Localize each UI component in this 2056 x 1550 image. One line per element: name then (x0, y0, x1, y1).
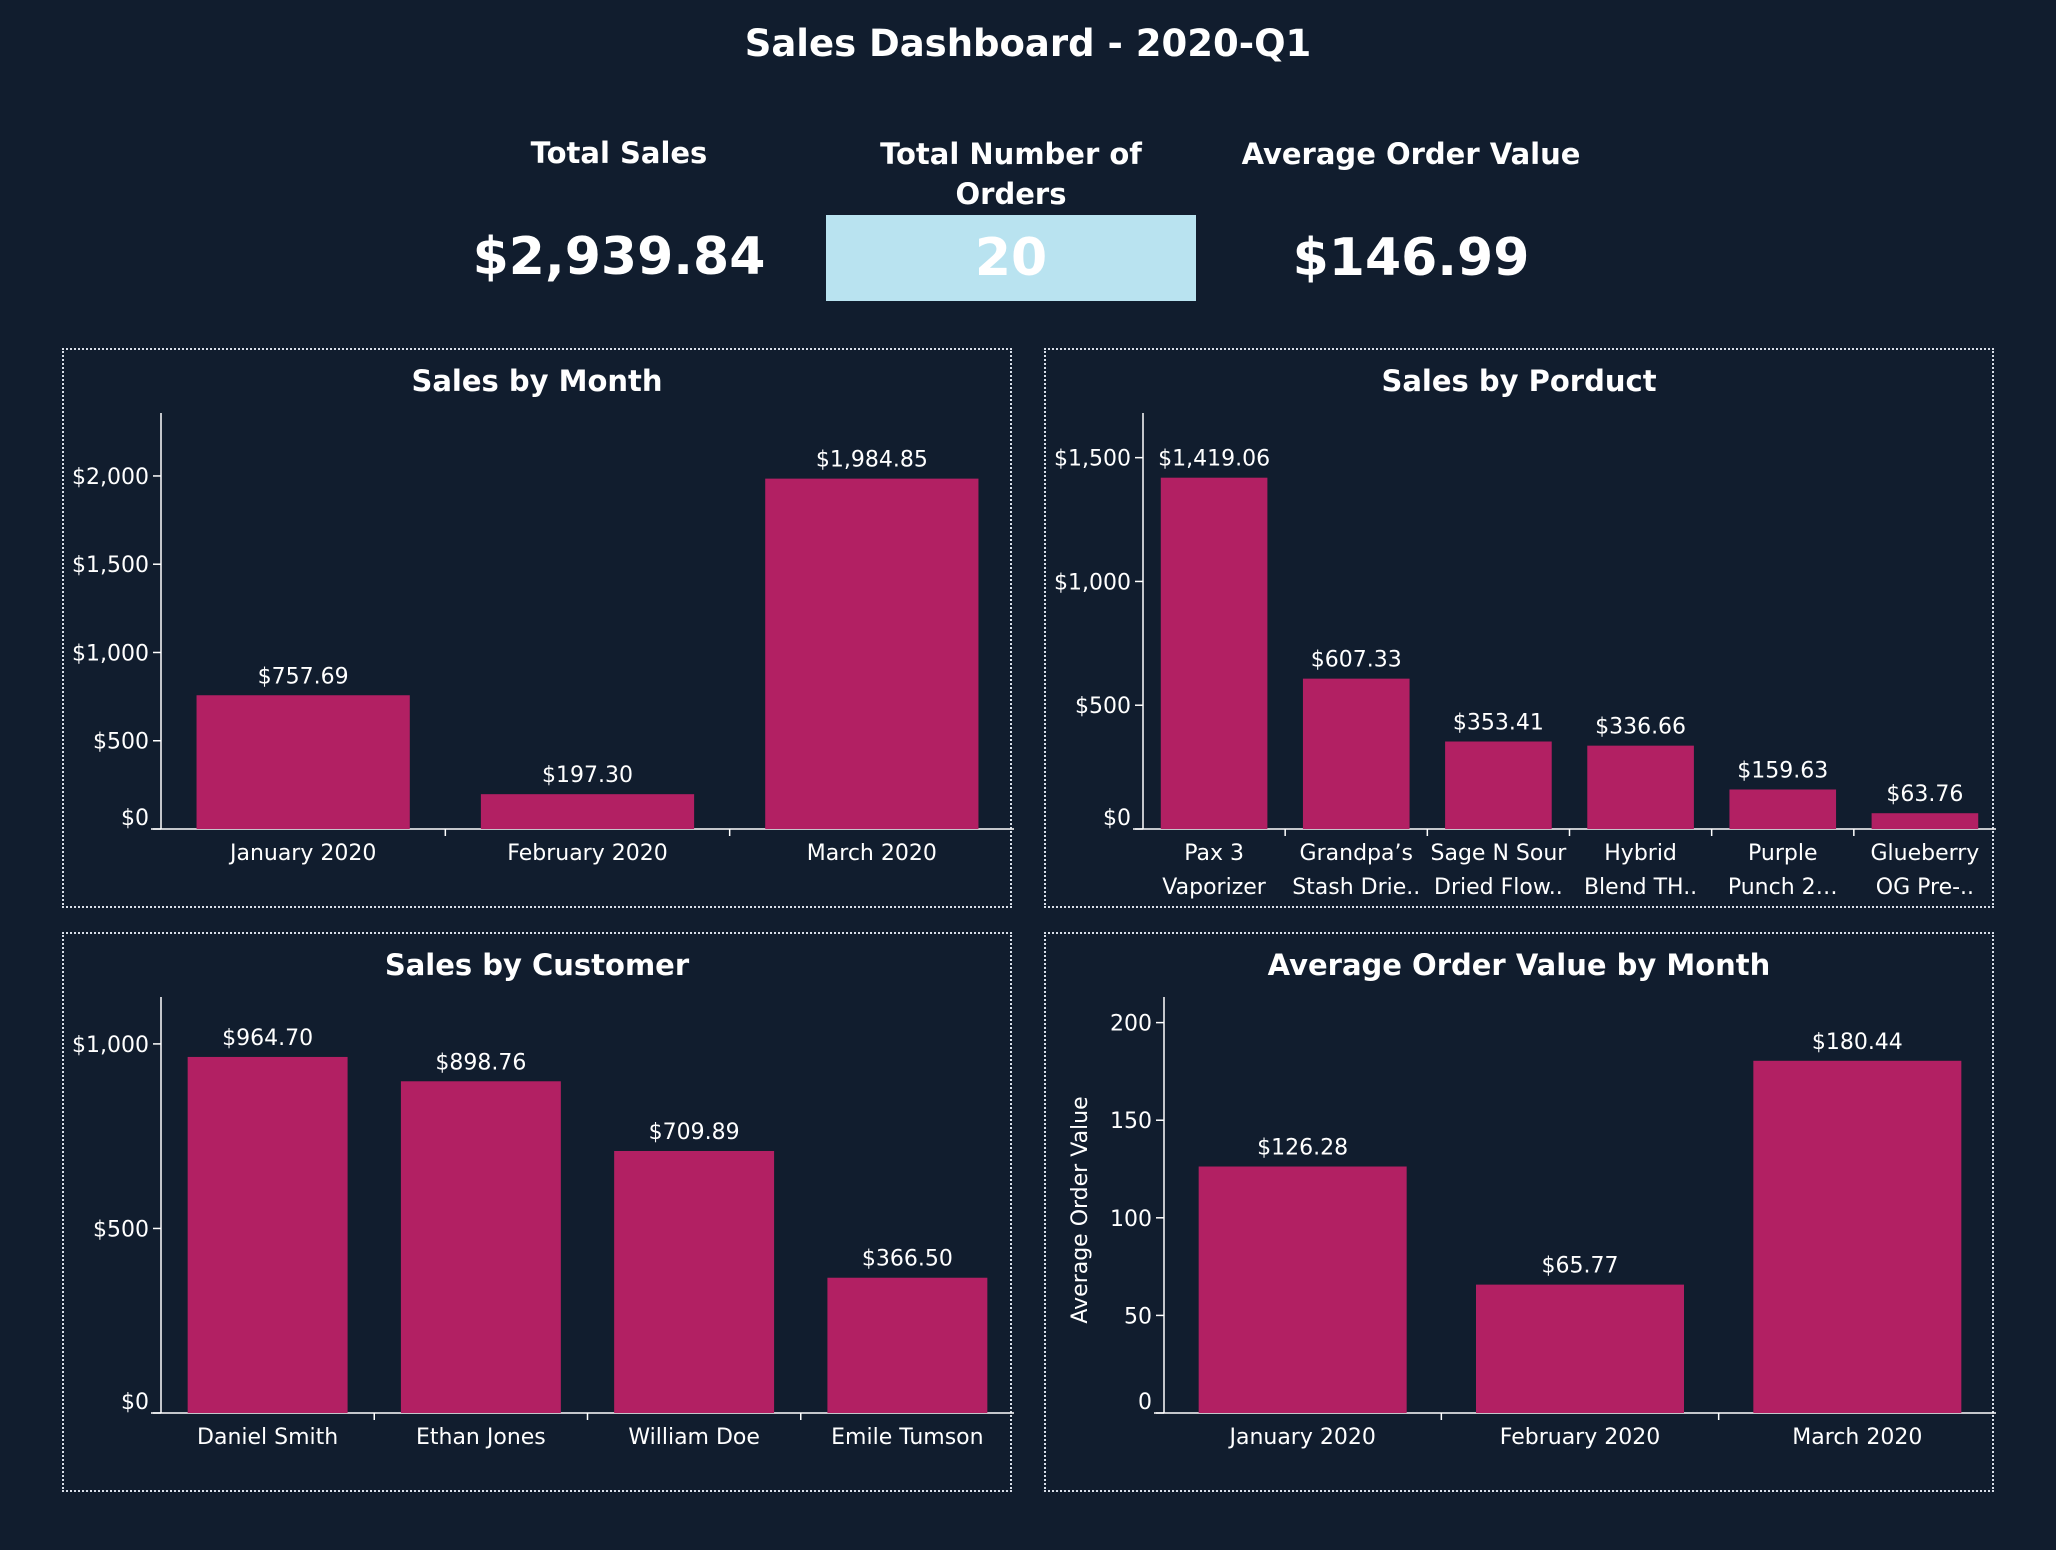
y-tick-label: $1,500 (1054, 447, 1131, 472)
sales-by-customer-chart: $0 $500 $1,000 $964.70 Daniel Smith $898.76 Et… (72, 997, 1014, 1450)
bar (827, 1277, 988, 1413)
data-label: $126.28 (1257, 1136, 1348, 1161)
x-tick-label: William Doe (628, 1425, 760, 1450)
x-tick-label: Purple (1748, 841, 1817, 866)
sales-by-product-chart: $0 $500 $1,000 $1,500 $1,419.06 Pax 3 Vaporize… (1054, 413, 1996, 900)
x-tick-label: Grandpa’s (1300, 841, 1413, 866)
kpi-total-orders-label: Total Number of Orders (880, 137, 1142, 211)
bar (1753, 1060, 1962, 1413)
x-tick-label: January 2020 (1227, 1425, 1375, 1450)
bar (1871, 813, 1979, 829)
x-tick-label: Vaporizer (1162, 875, 1266, 900)
panel-sales-by-customer: Sales by Customer $0 $500 $1,000 $964.70 Dan… (62, 932, 1014, 1492)
x-tick-label: Dried Flow.. (1434, 875, 1563, 900)
panel-sales-by-product: Sales by Porduct $0 $500 $1,000 $1,500 $1,41… (1044, 348, 1996, 908)
y-tick-label: 150 (1110, 1109, 1152, 1134)
x-tick-label: Emile Tumson (831, 1425, 983, 1450)
bar (1302, 678, 1410, 829)
y-tick-label: $0 (121, 806, 149, 831)
x-tick-label: OG Pre-.. (1876, 875, 1974, 900)
kpi-average-order-value[interactable]: Average Order Value $146.99 (1226, 134, 1596, 301)
bar (765, 478, 979, 829)
average-order-value-chart: 0 50 100 150 200 Average Order Value $126.28 Ja… (1068, 997, 1996, 1450)
bar (1445, 741, 1552, 829)
data-label: $898.76 (435, 1050, 526, 1075)
data-label: $353.41 (1453, 711, 1544, 736)
x-tick-label: Stash Drie.. (1292, 875, 1420, 900)
x-tick-label: March 2020 (807, 841, 937, 866)
data-label: $63.76 (1886, 782, 1963, 807)
bar (1587, 745, 1694, 829)
x-tick-label: March 2020 (1792, 1425, 1922, 1450)
data-label: $197.30 (542, 763, 633, 788)
y-axis-title: Average Order Value (1068, 1096, 1093, 1323)
x-tick-label: Sage N Sour (1431, 841, 1568, 866)
kpi-average-order-value-value: $146.99 (1292, 228, 1530, 288)
x-tick-label: February 2020 (507, 841, 667, 866)
bar (1160, 477, 1268, 829)
dashboard-title: Sales Dashboard - 2020-Q1 (744, 22, 1312, 65)
y-tick-label: $1,500 (72, 553, 149, 578)
kpi-total-sales[interactable]: Total Sales $2,939.84 (434, 133, 804, 300)
y-tick-label: $1,000 (1054, 570, 1131, 595)
bar (1198, 1166, 1407, 1413)
sales-by-month-chart: $0 $500 $1,000 $1,500 $2,000 $757.69 January 2… (72, 413, 1014, 866)
kpi-average-order-value-label: Average Order Value (1241, 137, 1581, 171)
data-label: $964.70 (222, 1026, 313, 1051)
data-label: $1,984.85 (816, 448, 928, 473)
y-tick-label: $1,000 (72, 641, 149, 666)
bar (1729, 789, 1837, 829)
bar (187, 1056, 348, 1413)
x-tick-label: Daniel Smith (197, 1425, 338, 1450)
bar (400, 1081, 561, 1413)
y-tick-label: $0 (121, 1390, 149, 1415)
bar (480, 794, 695, 829)
x-tick-label: Blend TH.. (1584, 875, 1697, 900)
data-label: $607.33 (1311, 648, 1402, 673)
bar (196, 695, 410, 829)
kpi-total-orders-value: 20 (826, 215, 1196, 301)
y-tick-label: 200 (1110, 1012, 1152, 1037)
x-tick-label: February 2020 (1500, 1425, 1660, 1450)
panel-average-order-value-by-month: Average Order Value by Month 0 50 100 150 20… (1044, 932, 1996, 1492)
y-tick-label: $2,000 (72, 465, 149, 490)
x-tick-label: Pax 3 (1184, 841, 1244, 866)
bar (1476, 1284, 1684, 1413)
kpi-total-orders[interactable]: Total Number of Orders 20 (826, 134, 1196, 301)
x-tick-label: Glueberry (1870, 841, 1979, 866)
x-tick-label: January 2020 (228, 841, 376, 866)
y-tick-label: 0 (1138, 1390, 1152, 1415)
y-tick-label: $0 (1103, 806, 1131, 831)
bar (614, 1150, 775, 1413)
kpi-total-sales-value: $2,939.84 (472, 227, 766, 287)
data-label: $1,419.06 (1158, 447, 1270, 472)
y-tick-label: $500 (93, 1217, 149, 1242)
data-label: $366.50 (862, 1247, 953, 1272)
data-label: $757.69 (258, 664, 349, 689)
x-tick-label: Punch 2… (1728, 875, 1838, 900)
data-label: $159.63 (1737, 758, 1828, 783)
y-tick-label: 50 (1124, 1304, 1152, 1329)
y-tick-label: 100 (1110, 1207, 1152, 1232)
x-tick-label: Hybrid (1604, 841, 1677, 866)
y-tick-label: $500 (93, 730, 149, 755)
x-tick-label: Ethan Jones (416, 1425, 546, 1450)
kpi-total-sales-label: Total Sales (530, 136, 708, 170)
y-tick-label: $500 (1075, 694, 1131, 719)
data-label: $709.89 (649, 1120, 740, 1145)
data-label: $180.44 (1812, 1030, 1903, 1055)
data-label: $65.77 (1542, 1254, 1619, 1279)
y-tick-label: $1,000 (72, 1033, 149, 1058)
panel-sales-by-month: Sales by Month $0 $500 $1,000 $1,500 $2,000 $… (62, 348, 1014, 908)
data-label: $336.66 (1595, 715, 1686, 740)
